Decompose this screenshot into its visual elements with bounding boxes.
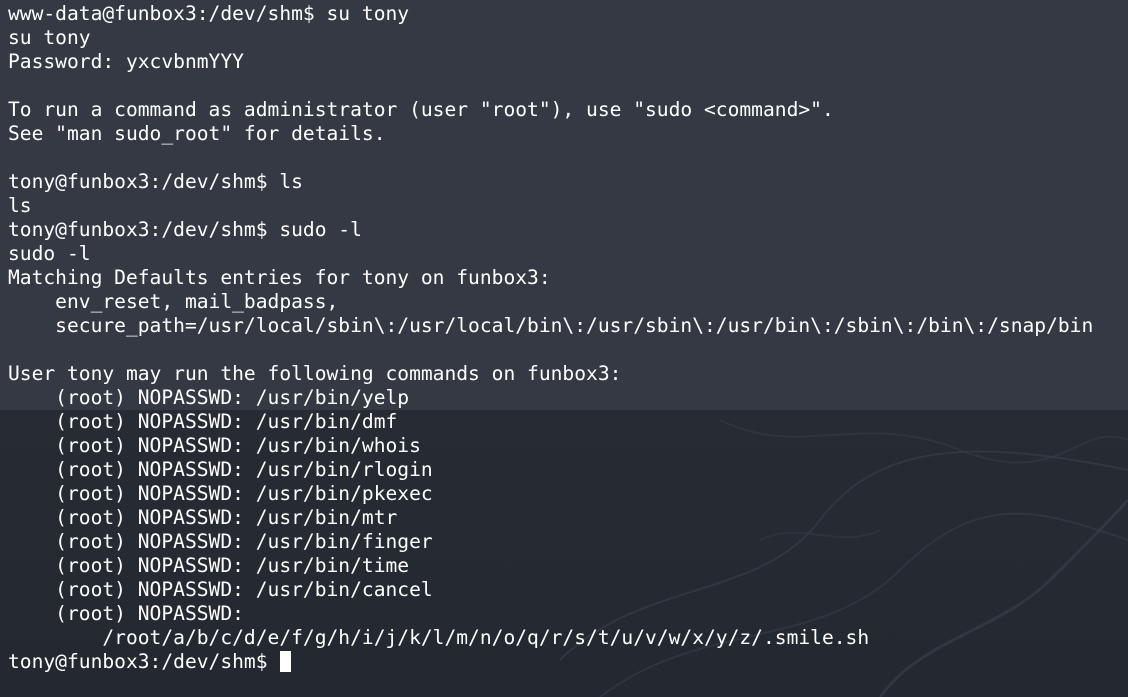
terminal-line: (root) NOPASSWD: /usr/bin/yelp xyxy=(8,386,410,409)
shell-prompt: tony@funbox3:/dev/shm$ xyxy=(8,650,280,673)
terminal-window[interactable]: www-data@funbox3:/dev/shm$ su tony su ton… xyxy=(0,0,1128,697)
terminal-line: (root) NOPASSWD: xyxy=(8,602,244,625)
terminal-line: su tony xyxy=(8,26,91,49)
terminal-line: (root) NOPASSWD: /usr/bin/dmf xyxy=(8,410,398,433)
terminal-line: (root) NOPASSWD: /usr/bin/whois xyxy=(8,434,421,457)
terminal-line: User tony may run the following commands… xyxy=(8,362,622,385)
terminal-line: (root) NOPASSWD: /usr/bin/time xyxy=(8,554,410,577)
terminal-line: /root/a/b/c/d/e/f/g/h/i/j/k/l/m/n/o/q/r/… xyxy=(8,626,870,649)
terminal-line: Password: yxcvbnmYYY xyxy=(8,50,244,73)
terminal-line: sudo -l xyxy=(8,242,91,265)
terminal-line: tony@funbox3:/dev/shm$ ls xyxy=(8,170,303,193)
terminal-line: ls xyxy=(8,194,32,217)
terminal-line: tony@funbox3:/dev/shm$ sudo -l xyxy=(8,218,362,241)
terminal-line: Matching Defaults entries for tony on fu… xyxy=(8,266,551,289)
terminal-line: (root) NOPASSWD: /usr/bin/mtr xyxy=(8,506,398,529)
terminal-output: www-data@funbox3:/dev/shm$ su tony su ton… xyxy=(8,2,1093,674)
prompt-line[interactable]: tony@funbox3:/dev/shm$ xyxy=(8,650,1093,674)
terminal-line: To run a command as administrator (user … xyxy=(8,98,834,121)
terminal-line: (root) NOPASSWD: /usr/bin/cancel xyxy=(8,578,433,601)
terminal-line: See "man sudo_root" for details. xyxy=(8,122,386,145)
terminal-line: secure_path=/usr/local/sbin\:/usr/local/… xyxy=(8,314,1094,337)
text-cursor xyxy=(280,651,292,672)
terminal-line: www-data@funbox3:/dev/shm$ su tony xyxy=(8,2,410,25)
terminal-line: env_reset, mail_badpass, xyxy=(8,290,339,313)
terminal-line: (root) NOPASSWD: /usr/bin/finger xyxy=(8,530,433,553)
terminal-line: (root) NOPASSWD: /usr/bin/pkexec xyxy=(8,482,433,505)
terminal-line: (root) NOPASSWD: /usr/bin/rlogin xyxy=(8,458,433,481)
